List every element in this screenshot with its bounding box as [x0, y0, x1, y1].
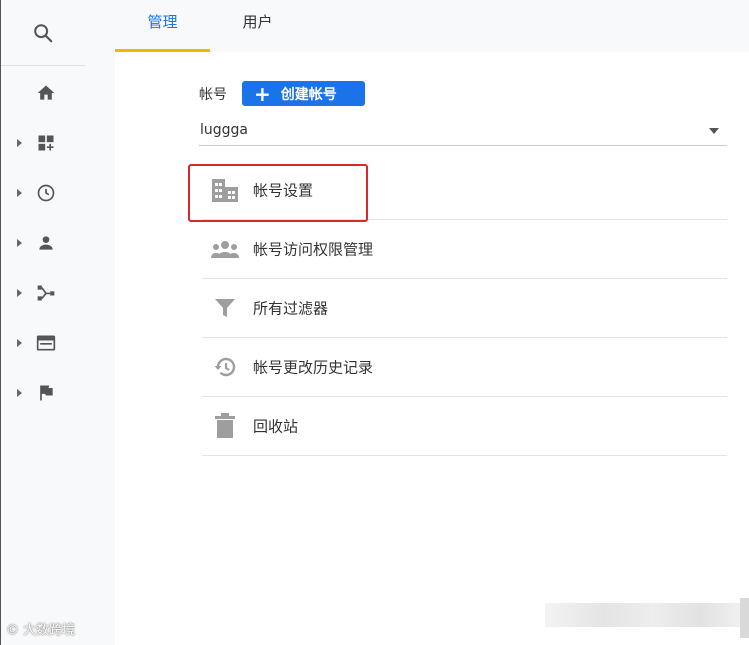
dropdown-arrow-icon: [709, 128, 719, 134]
menu-trash[interactable]: 回收站: [202, 397, 727, 456]
menu-change-history[interactable]: 帐号更改历史记录: [202, 338, 727, 397]
menu-label: 帐号更改历史记录: [253, 358, 374, 377]
expand-caret-icon[interactable]: [17, 289, 22, 297]
plus-icon: +: [254, 81, 271, 106]
flow-icon: [35, 282, 57, 304]
account-label: 帐号: [199, 87, 227, 103]
nav-behavior[interactable]: [1, 318, 85, 368]
tab-admin[interactable]: 管理: [115, 0, 210, 52]
nav-home[interactable]: [1, 68, 85, 118]
menu-label: 帐号访问权限管理: [253, 240, 374, 259]
nav-customization[interactable]: [1, 118, 85, 168]
search-button[interactable]: [1, 0, 85, 66]
edge-shadow: [740, 598, 749, 638]
menu-label: 回收站: [253, 417, 299, 436]
watermark-text: © 大数跨境: [6, 623, 76, 638]
expand-caret-icon[interactable]: [17, 139, 22, 147]
history-icon: [210, 352, 240, 382]
menu-all-filters[interactable]: 所有过滤器: [202, 279, 727, 338]
account-select-value: luggga: [200, 122, 249, 138]
nav-realtime[interactable]: [1, 168, 85, 218]
menu-label: 所有过滤器: [253, 299, 329, 318]
expand-caret-icon[interactable]: [17, 239, 22, 247]
dashboard-add-icon: [35, 132, 57, 154]
nav-acquisition[interactable]: [1, 268, 85, 318]
filter-icon: [210, 293, 240, 323]
nav-conversions[interactable]: [1, 368, 85, 418]
menu-account-access[interactable]: 帐号访问权限管理: [202, 220, 727, 279]
sidebar: [0, 0, 115, 645]
home-icon: [35, 82, 57, 104]
display-icon: [35, 332, 57, 354]
main-content: 管理 用户 帐号 + 创建帐号 luggga 帐号设置 帐号访问权限管理 所有过…: [115, 0, 749, 645]
watermark-logo-icon: ©: [6, 623, 19, 638]
expand-caret-icon[interactable]: [17, 389, 22, 397]
create-account-label: 创建帐号: [280, 86, 337, 103]
tab-bar: 管理 用户: [115, 0, 749, 52]
account-select[interactable]: luggga: [199, 118, 727, 146]
trash-icon: [210, 411, 240, 441]
flag-icon: [35, 382, 57, 404]
expand-caret-icon[interactable]: [17, 339, 22, 347]
highlight-annotation: [188, 164, 368, 222]
person-icon: [35, 232, 57, 254]
tab-user[interactable]: 用户: [210, 0, 305, 52]
blurred-region: [545, 603, 740, 627]
people-icon: [210, 234, 240, 264]
clock-icon: [35, 182, 57, 204]
create-account-button[interactable]: + 创建帐号: [242, 81, 365, 106]
nav-audience[interactable]: [1, 218, 85, 268]
expand-caret-icon[interactable]: [17, 189, 22, 197]
search-icon: [34, 23, 53, 42]
